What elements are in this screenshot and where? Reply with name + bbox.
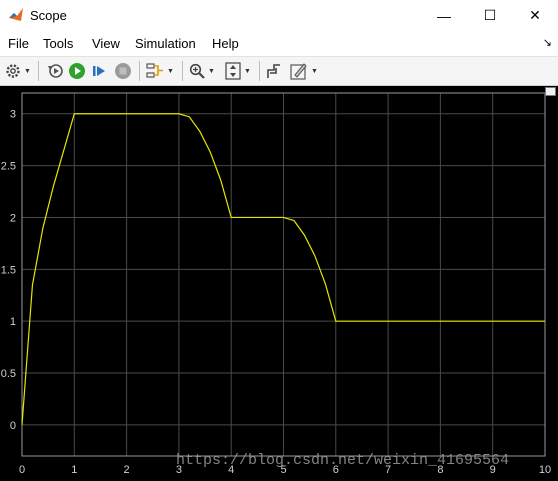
zoom-button[interactable]: ▼: [189, 61, 215, 81]
window-title: Scope: [30, 8, 67, 23]
run-icon: [69, 63, 85, 79]
menu-file[interactable]: File: [8, 36, 29, 51]
settings-caret-icon: ▼: [24, 67, 31, 75]
gear-icon: [6, 64, 20, 78]
fit-caret-icon: ▼: [244, 67, 251, 75]
cursor-measure-button[interactable]: [266, 61, 282, 81]
maximize-button[interactable]: ☐: [467, 0, 513, 31]
menu-bar: File Tools View Simulation Help ↘: [0, 31, 558, 57]
zoom-icon: [189, 63, 205, 79]
y-tick-label: 2: [10, 212, 16, 224]
step-forward-icon: [93, 66, 105, 76]
x-tick-label: 10: [539, 464, 551, 476]
stop-icon: [115, 63, 131, 79]
step-forward-button[interactable]: [91, 61, 107, 81]
x-tick-label: 2: [124, 464, 130, 476]
y-tick-label: 0.5: [1, 368, 16, 380]
matlab-icon: [9, 8, 23, 21]
menu-help[interactable]: Help: [212, 36, 239, 51]
y-tick-label: 1.5: [1, 264, 16, 276]
toolbar-separator: [38, 61, 39, 81]
maximize-icon: ☐: [483, 7, 497, 23]
signal-caret-icon: ▼: [167, 67, 174, 75]
edit-button[interactable]: ▼: [290, 61, 318, 81]
menu-view[interactable]: View: [92, 36, 120, 51]
plot-area: 0 1 2 3 4 5 6 7 8 9 10 0 0.5 1 1.5 2 2.5 3: [0, 86, 558, 481]
fit-axes-icon: [225, 62, 241, 80]
menu-tools[interactable]: Tools: [43, 36, 73, 51]
close-icon: ✕: [529, 7, 541, 23]
minimize-button[interactable]: —: [421, 0, 467, 31]
menu-overflow-icon[interactable]: ↘: [543, 36, 552, 49]
toolbar-separator: [139, 61, 140, 81]
edit-icon: [290, 63, 307, 80]
signal-highlight-button[interactable]: ▼: [146, 61, 174, 81]
watermark: https://blog.csdn.net/weixin_41695564: [176, 452, 510, 469]
restore-icon: [48, 64, 63, 78]
run-button[interactable]: [68, 61, 86, 81]
zoom-caret-icon: ▼: [208, 67, 215, 75]
y-tick-label: 2.5: [1, 161, 16, 173]
minimize-icon: —: [437, 7, 451, 24]
edit-caret-icon: ▼: [311, 67, 318, 75]
menu-simulation[interactable]: Simulation: [135, 36, 196, 51]
scope-chart[interactable]: 0 1 2 3 4 5 6 7 8 9 1000.511.522.53: [0, 86, 558, 481]
x-tick-label: 0: [19, 464, 25, 476]
signal-highlight-icon: [146, 63, 163, 78]
undock-button[interactable]: [545, 87, 556, 96]
toolbar-separator: [182, 61, 183, 81]
y-tick-label: 3: [10, 109, 16, 121]
restore-button[interactable]: [46, 61, 64, 81]
fit-axes-button[interactable]: ▼: [225, 61, 251, 81]
toolbar-separator: [259, 61, 260, 81]
stop-button[interactable]: [114, 61, 132, 81]
cursor-measure-icon: [267, 64, 280, 78]
y-tick-label: 0: [10, 420, 16, 432]
settings-button[interactable]: ▼: [5, 61, 31, 81]
title-bar: Scope — ☐ ✕: [0, 0, 558, 31]
close-button[interactable]: ✕: [512, 0, 558, 31]
toolbar: ▼ ▼ ▼ ▼ ▼: [0, 57, 558, 86]
y-tick-label: 1: [10, 316, 16, 328]
x-tick-label: 1: [71, 464, 77, 476]
